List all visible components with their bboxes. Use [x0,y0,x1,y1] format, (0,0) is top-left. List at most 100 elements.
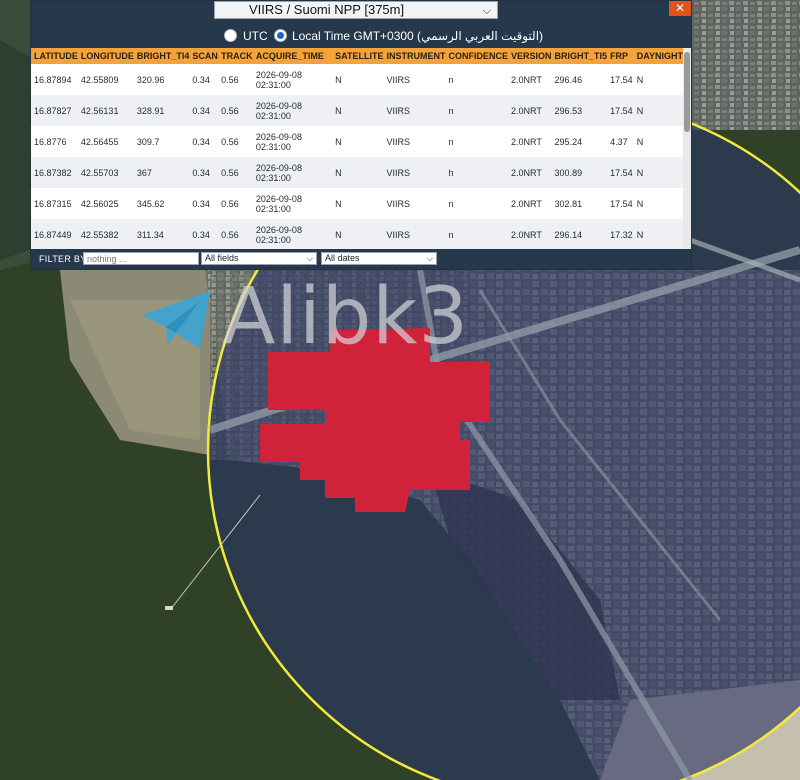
cell-frp: 17.54 [610,198,633,209]
cell-bright-ti5: 300.89 [551,157,608,188]
acquire-date: 2026-09-08 [255,162,302,173]
table-scrollbar[interactable] [683,48,691,249]
table-row[interactable]: 16.87382 42.55703 367 0.34 0.56 2026-09-08 02:… [31,157,683,188]
column-header-track[interactable]: TRACK [218,48,253,64]
cell-bright-ti4: 320.96 [136,74,165,85]
cell-version: 2.0NRT [511,74,542,85]
watermark-text: Alibk3 [222,272,470,362]
cell-bright-ti5: 296.46 [554,74,583,85]
close-button[interactable]: ✕ [669,1,691,16]
column-header-satellite[interactable]: SATELLITE [332,48,384,64]
cell-instrument: VIIRS [386,74,411,85]
column-header-version[interactable]: VERSION [508,48,552,64]
column-header-latitude[interactable]: LATITUDE [31,48,78,64]
acquire-date: 2026-09-08 [255,100,302,111]
cell-longitude: 42.55703 [77,157,134,188]
acquire-date: 2026-09-08 [255,131,302,142]
cell-daynight: N [636,74,644,85]
column-header-bright-ti5[interactable]: BRIGHT_TI5 [551,48,608,64]
cell-acquire-time: 2026-09-08 02:31:00 [252,95,333,126]
cell-version: 2.0NRT [511,136,542,147]
cell-version: 2.0NRT [508,157,552,188]
scrollbar-thumb[interactable] [684,52,690,132]
column-header-frp[interactable]: FRP [607,48,634,64]
cell-satellite: N [332,219,384,249]
cell-track: 0.56 [218,95,253,126]
cell-track: 0.56 [221,136,239,147]
cell-latitude: 16.87315 [34,198,72,209]
cell-instrument: VIIRS [383,219,446,249]
cell-version: 2.0NRT [508,95,552,126]
column-header-instrument[interactable]: INSTRUMENT [383,48,446,64]
cell-scan: 0.34 [189,157,219,188]
table-row[interactable]: 16.87894 42.55809 320.96 0.34 0.56 2026-09-08… [31,64,683,95]
fields-dropdown[interactable]: All fields ⌵ [201,252,317,265]
table-row[interactable]: 16.87449 42.55382 311.34 0.34 0.56 2026-09-08… [31,219,683,249]
cell-bright-ti4: 345.62 [136,198,165,209]
satellite-select-value: VIIRS / Suomi NPP [375m] [249,2,405,17]
acquire-date: 2026-09-08 [255,224,302,235]
cell-frp: 17.54 [607,157,634,188]
cell-track: 0.56 [221,74,239,85]
cell-bright-ti4: 311.34 [133,219,190,249]
cell-satellite: N [335,136,342,147]
filter-input[interactable] [83,252,199,265]
fields-dropdown-value: All fields [205,253,239,263]
table-row[interactable]: 16.87315 42.56025 345.62 0.34 0.56 2026-09-08… [31,188,683,219]
cell-bright-ti5: 296.53 [551,95,608,126]
dates-dropdown-value: All dates [325,253,360,263]
utc-radio[interactable] [224,29,237,42]
table-row[interactable]: 16.87827 42.56131 328.91 0.34 0.56 2026-09-08… [31,95,683,126]
cell-scan: 0.34 [189,95,219,126]
cell-track: 0.56 [218,157,253,188]
cell-latitude: 16.87382 [31,157,78,188]
cell-version: 2.0NRT [511,198,542,209]
cell-scan: 0.34 [192,198,210,209]
filter-bar: FILTER BY All fields ⌵ All dates ⌵ [31,249,691,269]
telegram-icon [142,291,210,349]
chevron-down-icon: ⌵ [306,254,313,263]
cell-confidence: h [445,157,509,188]
cell-frp: 4.37 [610,136,628,147]
cell-daynight: N [636,136,644,147]
cell-latitude: 16.87894 [34,74,72,85]
cell-daynight: N [633,95,683,126]
cell-confidence: n [448,198,454,209]
column-header-confidence[interactable]: CONFIDENCE [445,48,509,64]
cell-confidence: n [445,219,509,249]
acquire-date: 2026-09-08 [255,69,302,80]
local-time-radio[interactable] [274,29,287,42]
cell-satellite: N [335,74,342,85]
filter-label: FILTER BY [39,254,87,264]
column-header-daynight[interactable]: DAYNIGHT [633,48,683,64]
column-header-longitude[interactable]: LONGITUDE [77,48,134,64]
cell-frp: 17.54 [607,95,634,126]
cell-frp: 17.32 [607,219,634,249]
cell-confidence: n [448,136,454,147]
fire-data-panel: VIIRS / Suomi NPP [375m] ⌵ ✕ UTC Local T… [30,0,692,270]
column-header-acquire-time[interactable]: ACQUIRE_TIME [252,48,333,64]
table-row[interactable]: 16.8776 42.56455 309.7 0.34 0.56 2026-09-08 02… [31,126,683,157]
satellite-select[interactable]: VIIRS / Suomi NPP [375m] ⌵ [214,1,498,19]
column-header-bright-ti4[interactable]: BRIGHT_TI4 [133,48,190,64]
cell-longitude: 42.55809 [80,74,119,85]
acquire-time: 02:31:00 [255,203,291,214]
acquire-time: 02:31:00 [255,110,291,121]
cell-acquire-time: 2026-09-08 02:31:00 [253,64,332,95]
cell-satellite: N [332,157,384,188]
fire-data-table-container[interactable]: LATITUDE LONGITUDE BRIGHT_TI4 SCAN TRACK ACQU… [31,48,683,249]
acquire-time: 02:31:00 [255,141,291,152]
cell-bright-ti5: 302.81 [554,198,583,209]
column-header-scan[interactable]: SCAN [189,48,219,64]
utc-label: UTC [243,29,268,43]
cell-daynight: N [633,219,683,249]
cell-latitude: 16.8776 [34,136,67,147]
cell-acquire-time: 2026-09-08 02:31:00 [253,188,332,219]
acquire-time: 02:31:00 [255,172,291,183]
cell-acquire-time: 2026-09-08 02:31:00 [253,126,332,157]
acquire-time: 02:31:00 [255,79,291,90]
dates-dropdown[interactable]: All dates ⌵ [321,252,437,265]
table-body: 16.87894 42.55809 320.96 0.34 0.56 2026-09-08… [31,64,683,249]
cell-scan: 0.34 [189,219,219,249]
acquire-time: 02:31:00 [255,234,291,245]
